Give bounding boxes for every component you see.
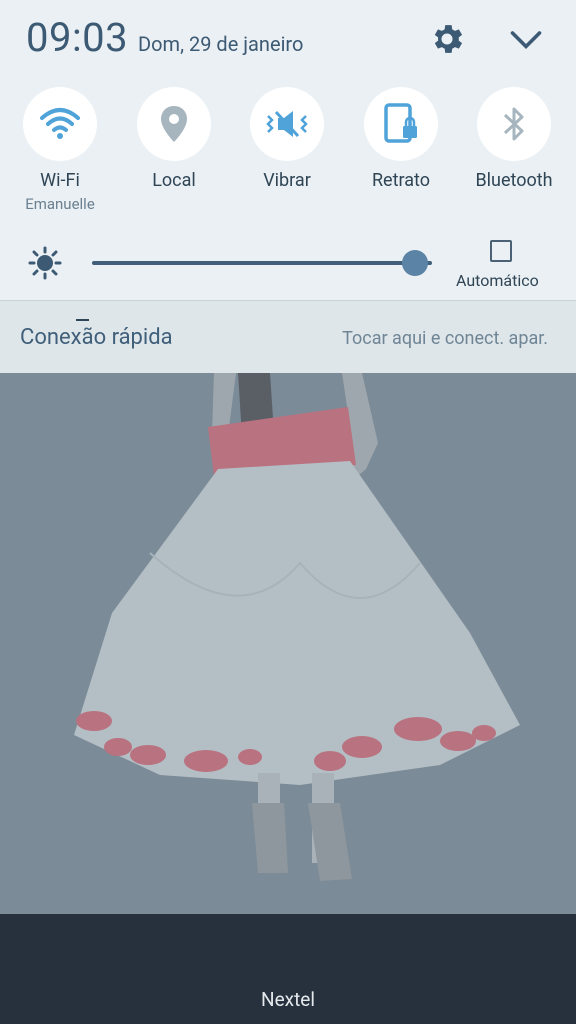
notification-panel: 09:03 Dom, 29 de janeiro Wi-Fi Emanuelle… xyxy=(0,0,576,300)
auto-brightness-checkbox[interactable] xyxy=(490,240,512,262)
quick-connect-title: Conexão rápida xyxy=(20,325,173,350)
divider xyxy=(76,319,89,321)
toggle-wifi-button[interactable] xyxy=(23,87,97,161)
gear-icon[interactable] xyxy=(428,20,466,58)
toggle-wifi-label: Wi-Fi xyxy=(40,170,80,191)
brightness-icon xyxy=(28,246,62,280)
wallpaper-image xyxy=(0,373,576,914)
bottom-bar: Nextel xyxy=(0,914,576,1024)
toggle-location-button[interactable] xyxy=(137,87,211,161)
toggle-bluetooth-label: Bluetooth xyxy=(475,170,553,191)
toggle-location[interactable]: Local xyxy=(118,87,230,191)
brightness-slider[interactable] xyxy=(92,261,432,265)
toggle-bluetooth-button[interactable] xyxy=(477,87,551,161)
wifi-network-name: Emanuelle xyxy=(25,195,95,213)
chevron-down-icon[interactable] xyxy=(508,24,544,54)
carrier-label: Nextel xyxy=(261,988,315,1011)
location-icon xyxy=(161,106,187,142)
toggle-location-label: Local xyxy=(152,170,196,191)
toggle-vibrate-label: Vibrar xyxy=(263,170,311,191)
portrait-lock-icon xyxy=(384,103,417,143)
brightness-slider-thumb[interactable] xyxy=(402,250,428,276)
vibrate-icon xyxy=(266,110,308,138)
quick-connect-hint: Tocar aqui e conect. apar. xyxy=(342,328,548,349)
toggle-portrait-label: Retrato xyxy=(371,170,431,191)
toggle-portrait[interactable]: Retrato xyxy=(345,87,457,191)
date-label[interactable]: Dom, 29 de janeiro xyxy=(138,32,303,56)
toggle-wifi[interactable]: Wi-Fi Emanuelle xyxy=(4,87,116,213)
toggle-vibrate-button[interactable] xyxy=(250,87,324,161)
toggle-portrait-button[interactable] xyxy=(364,87,438,161)
quick-connect-bar[interactable]: Conexão rápida Tocar aqui e conect. apar… xyxy=(0,300,576,374)
toggle-vibrate[interactable]: Vibrar xyxy=(231,87,343,191)
clock: 09:03 xyxy=(26,14,129,61)
toggle-bluetooth[interactable]: Bluetooth xyxy=(458,87,570,191)
wifi-icon xyxy=(40,108,80,139)
bluetooth-icon xyxy=(503,107,524,141)
auto-brightness-label: Automático xyxy=(456,271,539,290)
